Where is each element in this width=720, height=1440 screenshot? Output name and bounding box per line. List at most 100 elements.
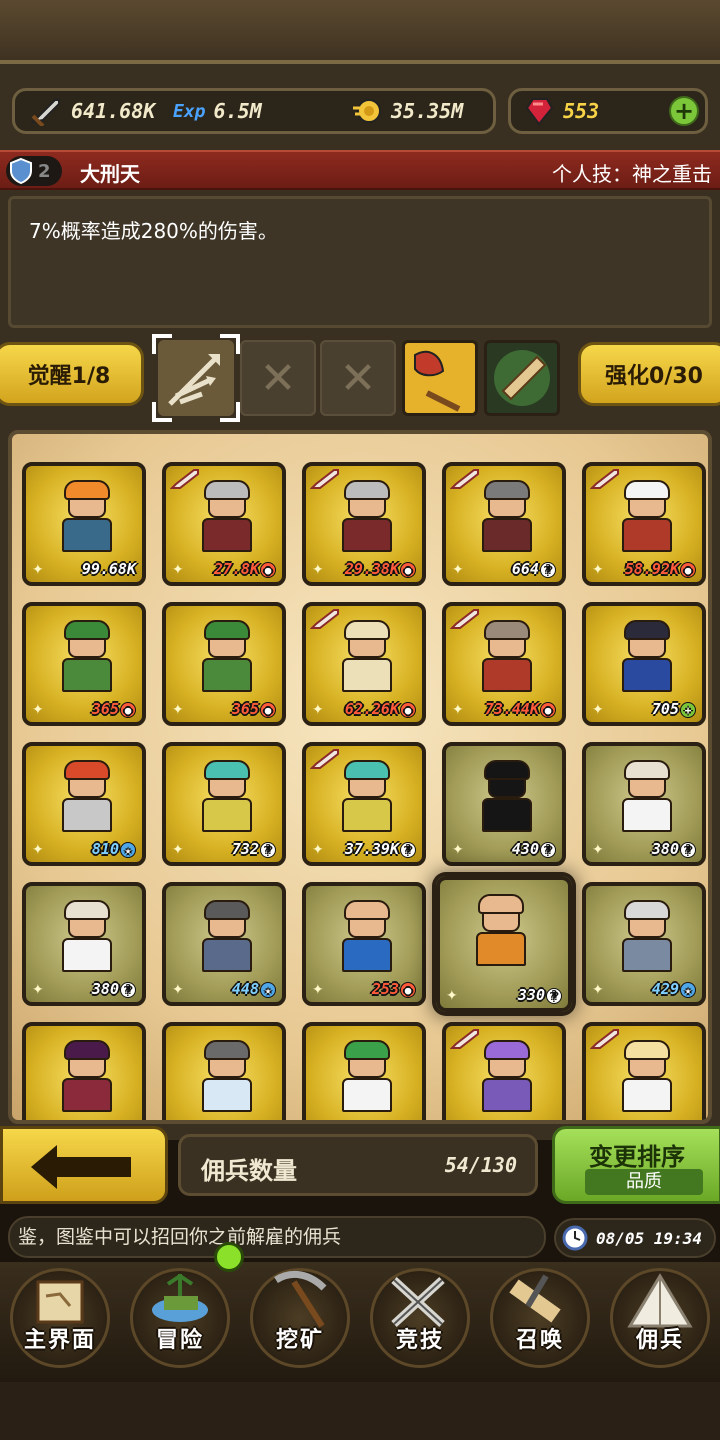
nav-map-scroll[interactable]: 主界面: [0, 1262, 120, 1382]
awaken-slot-empty[interactable]: ✕: [320, 340, 396, 416]
sparkle-icon: ✦: [32, 842, 44, 858]
mercenary-card[interactable]: ✦ 29.38K ●: [302, 462, 426, 586]
red-badge-icon: ●: [400, 701, 416, 718]
sparkle-icon: ✦: [452, 562, 464, 578]
change-sort-button[interactable]: 变更排序 品质: [552, 1126, 720, 1204]
sparkle-icon: ✦: [172, 982, 184, 998]
sparkle-icon: ✦: [452, 842, 464, 858]
mercenary-card[interactable]: ✦ 360★: [22, 1022, 146, 1124]
mercenary-card[interactable]: ✦ 62.26K ●: [302, 602, 426, 726]
mercenary-card[interactable]: ✦ 380?: [582, 742, 706, 866]
mercenary-power: 732?: [232, 840, 276, 858]
mercenary-card[interactable]: ✦ 365 ●: [22, 602, 146, 726]
exp-resource: Exp 6.5M: [173, 91, 262, 131]
add-gems-button[interactable]: +: [669, 96, 699, 126]
mercenary-card[interactable]: ✦ 380?: [22, 882, 146, 1006]
mercenary-card[interactable]: ✦ 37.39K?: [302, 742, 426, 866]
monk-portrait: [468, 894, 534, 968]
axe-icon: [414, 350, 461, 412]
selection-corner: [220, 334, 240, 354]
sparkle-icon: ✦: [172, 702, 184, 718]
skill-description: 7%概率造成280%的伤害。: [8, 196, 712, 328]
mercenary-power: 307+: [232, 1120, 276, 1124]
red-badge-icon: ●: [540, 701, 556, 718]
sparkle-icon: ✦: [592, 562, 604, 578]
mercenary-card[interactable]: ✦ 99.68K: [22, 462, 146, 586]
mercenary-card[interactable]: ✦ 430?: [442, 742, 566, 866]
green-girl-portrait: [334, 1040, 400, 1114]
mercenary-card[interactable]: ✦ 429 ★: [582, 882, 706, 1006]
nav-label: 召唤: [515, 1328, 564, 1353]
enhance-button[interactable]: 强化0/30: [578, 342, 720, 406]
mercenary-card[interactable]: ✦ 28.2K●: [582, 1022, 706, 1125]
awaken-label: 觉醒1/8: [27, 364, 111, 389]
gem-bar: 553 +: [508, 88, 708, 134]
mercenary-card[interactable]: ✦ 249+: [302, 1022, 426, 1124]
mercenary-card[interactable]: ✦ 27.8K ●: [162, 462, 286, 586]
mercenary-card[interactable]: ✦ 810 ★: [22, 742, 146, 866]
mercenary-power-value: 429: [651, 980, 679, 998]
nav-tent[interactable]: 佣兵: [600, 1262, 720, 1382]
nav-summon-scroll[interactable]: 召唤: [480, 1262, 600, 1382]
mercenary-power-value: 27.8K: [213, 560, 259, 578]
red-badge-icon: ●: [680, 1122, 696, 1125]
star-badge-icon: ★: [260, 981, 276, 998]
clock-icon: [562, 1225, 588, 1251]
mercenary-power: 99.68K: [82, 560, 136, 578]
mercenary-power-value: 28.2K: [634, 1120, 679, 1124]
sparkle-icon: ✦: [172, 842, 184, 858]
gold-coin-icon: [353, 99, 381, 123]
sparkle-icon: ✦: [312, 1122, 324, 1124]
green-cap-portrait: [194, 620, 260, 694]
mercenary-power-value: 249: [372, 1120, 399, 1124]
mercenary-card[interactable]: ✦ 253 ●: [302, 882, 426, 1006]
mercenary-card[interactable]: ✦ 448 ★: [162, 882, 286, 1006]
sort-label: 变更排序: [589, 1143, 685, 1171]
awaken-slot-selected[interactable]: [152, 334, 240, 422]
mercenary-card[interactable]: ✦ 732?: [162, 742, 286, 866]
gem-resource: 553: [523, 91, 599, 131]
mercenary-card[interactable]: ✦ 58.92K ●: [582, 462, 706, 586]
blue-ninja-portrait: [614, 620, 680, 694]
mercenary-power: 253 ●: [372, 980, 416, 998]
white-fighter-portrait: [614, 760, 680, 834]
feathered-portrait: [54, 760, 120, 834]
ghost-portrait: [334, 620, 400, 694]
mercenary-card[interactable]: ✦ 664?: [442, 462, 566, 586]
nav-island[interactable]: 冒险: [120, 1242, 244, 1382]
mercenary-power-value: 58.92K: [624, 560, 679, 578]
mercenary-power: 380?: [92, 980, 136, 998]
mercenary-power-value: 664: [511, 560, 539, 578]
mercenary-card[interactable]: ✦ 705 +: [582, 602, 706, 726]
mercenary-card[interactable]: ✦ 307+: [162, 1022, 286, 1124]
mercenary-power: 29.38K ●: [345, 560, 416, 578]
news-ticker: 鉴，图鉴中可以招回你之前解雇的佣兵: [8, 1216, 546, 1258]
mercenary-power-value: 253: [371, 980, 399, 998]
sparkle-icon: ✦: [312, 982, 324, 998]
sparkle-icon: ✦: [172, 562, 184, 578]
nav-pickaxe[interactable]: 挖矿: [240, 1262, 360, 1382]
awaken-button[interactable]: 觉醒1/8: [0, 342, 144, 406]
sparkle-icon: ✦: [32, 982, 44, 998]
mercenary-card[interactable]: ✦ 365 ●: [162, 602, 286, 726]
mercenary-card[interactable]: ✦ 73.44K ●: [442, 602, 566, 726]
exp-value: 6.5M: [213, 99, 262, 123]
awaken-slot-empty[interactable]: ✕: [240, 340, 316, 416]
count-label: 佣兵数量: [201, 1157, 297, 1185]
mercenary-power-value: 25.2K: [494, 1120, 539, 1124]
scroll-equipment-slot[interactable]: [484, 340, 560, 416]
mercenary-power-value: 360: [92, 1120, 119, 1124]
question-badge-icon: ?: [540, 561, 556, 578]
nav-crossed-swords[interactable]: 竞技: [360, 1262, 480, 1382]
sword-icon: [310, 469, 339, 489]
mercenary-power-value: 330: [517, 986, 545, 1004]
mercenary-power: 448 ★: [232, 980, 276, 998]
mercenary-card[interactable]: ✦ 330?: [436, 876, 572, 1012]
question-badge-icon: ?: [680, 841, 696, 858]
sword-icon: [29, 99, 60, 126]
mercenary-card[interactable]: ✦ 25.2K●: [442, 1022, 566, 1124]
question-badge-icon: ?: [260, 841, 276, 858]
back-button[interactable]: [0, 1126, 168, 1204]
sort-mode: 品质: [585, 1169, 703, 1195]
axe-equipment-slot[interactable]: [402, 340, 478, 416]
